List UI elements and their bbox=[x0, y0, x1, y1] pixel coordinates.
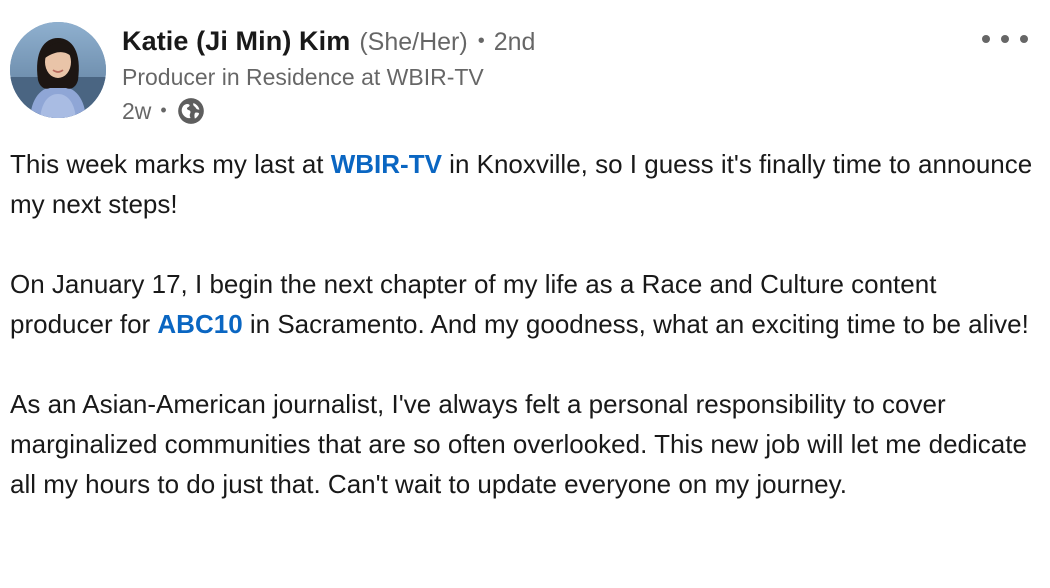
author-pronouns: (She/Her) bbox=[359, 28, 468, 56]
post-paragraph: On January 17, I begin the next chapter … bbox=[10, 269, 1029, 339]
mention-link-abc10[interactable]: ABC10 bbox=[157, 309, 242, 339]
separator-dot: • bbox=[477, 30, 485, 52]
author-info: Katie (Ji Min) Kim (She/Her) • 2nd bbox=[122, 26, 535, 60]
more-options-button[interactable] bbox=[982, 28, 1028, 50]
avatar-photo bbox=[10, 22, 106, 118]
globe-icon bbox=[177, 98, 204, 124]
author-name[interactable]: Katie (Ji Min) Kim bbox=[122, 26, 350, 57]
separator-dot: • bbox=[160, 99, 167, 120]
post-text: This week marks my last at WBIR-TV in Kn… bbox=[10, 144, 1040, 544]
post-timestamp[interactable]: 2w bbox=[122, 98, 151, 125]
avatar[interactable] bbox=[10, 22, 106, 118]
post-paragraph: This week marks my last at WBIR-TV in Kn… bbox=[10, 149, 1033, 219]
author-headline: Producer in Residence at WBIR-TV bbox=[122, 64, 484, 90]
post-meta: 2w • bbox=[122, 96, 205, 126]
mention-link-wbir-tv[interactable]: WBIR-TV bbox=[331, 149, 442, 179]
post-paragraph: As an Asian-American journalist, I've al… bbox=[10, 389, 1027, 499]
more-horizontal-icon bbox=[982, 35, 990, 43]
feed-post: Katie (Ji Min) Kim (She/Her) • 2nd Produ… bbox=[0, 0, 1050, 588]
connection-degree: 2nd bbox=[493, 28, 536, 56]
